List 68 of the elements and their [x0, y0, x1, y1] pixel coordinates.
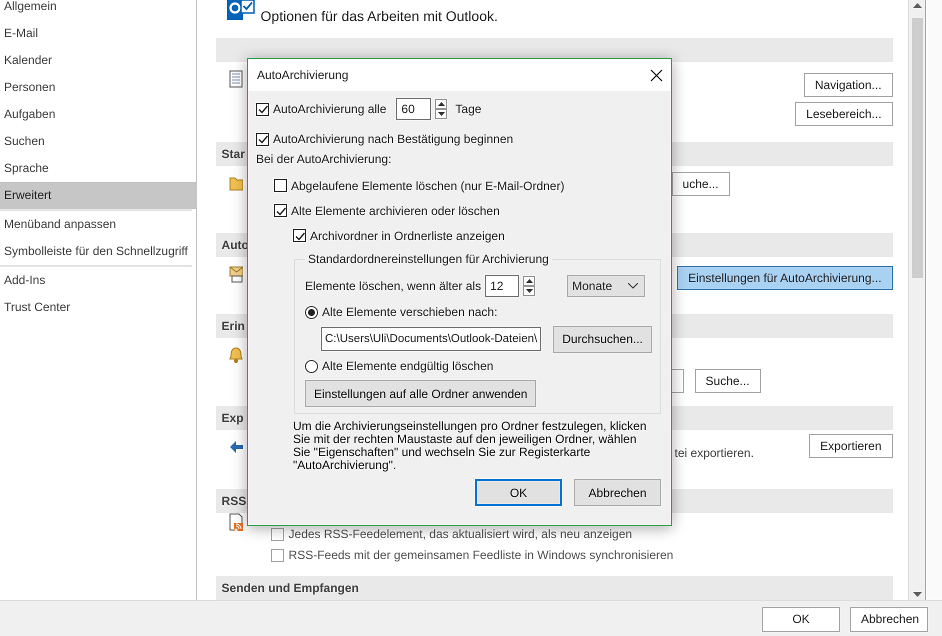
browse-button[interactable]: Durchsuchen... — [553, 326, 652, 352]
spin-down-button[interactable] — [435, 109, 448, 119]
checkbox-label: Abgelaufene Elemente löschen (nur E-Mail-Ordner) — [291, 178, 564, 192]
button[interactable]: Lesebereich... — [795, 102, 893, 126]
checkbox-label: Jedes RSS-Feedelement, das aktualisiert wird, als neu anzeigen — [288, 527, 632, 541]
sidebar-item[interactable]: Trust Center — [0, 294, 196, 321]
radio-button[interactable] — [305, 360, 318, 372]
close-icon[interactable] — [650, 68, 663, 82]
button[interactable]: Exportieren — [809, 434, 893, 458]
outlook-icon — [226, 0, 255, 22]
checkbox[interactable] — [270, 528, 284, 540]
checkbox[interactable] — [270, 548, 284, 562]
checkbox[interactable] — [274, 179, 287, 192]
down-arrow-icon — [438, 112, 445, 116]
button[interactable]: Einstellungen für AutoArchivierung... — [677, 266, 893, 290]
unit-label: Tage — [455, 102, 482, 116]
button[interactable]: Abbrechen — [574, 479, 661, 506]
checkbox[interactable] — [274, 204, 287, 217]
checkbox[interactable] — [256, 102, 269, 116]
scroll-down-icon — [912, 592, 922, 597]
button[interactable]: Navigation... — [804, 73, 893, 97]
sidebar-item[interactable]: Symbolleiste für den Schnellzugriff — [0, 238, 196, 265]
up-arrow-icon — [438, 102, 445, 106]
intro-text: Optionen für das Arbeiten mit Outlook. — [260, 8, 498, 24]
caret-icon — [628, 283, 638, 289]
apply-button[interactable]: Einstellungen auf alle Ordner anwenden — [305, 380, 536, 407]
down-arrow-icon — [526, 289, 533, 293]
scrollbar[interactable] — [908, 0, 926, 600]
button[interactable]: Suche... — [694, 369, 761, 393]
checkbox[interactable] — [256, 132, 269, 146]
field-label: Elemente löschen, wenn älter als — [305, 279, 482, 293]
button[interactable]: Abbrechen — [850, 606, 928, 632]
scroll-up-icon — [912, 3, 922, 8]
sidebar-item[interactable]: Suchen — [0, 128, 196, 155]
sidebar-item[interactable]: Sprache — [0, 155, 196, 182]
button[interactable]: OK — [475, 479, 562, 506]
spin-up-button[interactable] — [523, 276, 536, 286]
sidebar-item[interactable]: Kalender — [0, 47, 196, 74]
document-icon — [228, 70, 243, 88]
sidebar-item[interactable]: Personen — [0, 74, 196, 101]
section-label: Bei der AutoArchivierung: — [256, 152, 392, 166]
sidebar-item[interactable]: E-Mail — [0, 20, 196, 47]
number-field[interactable]: 60 — [396, 98, 432, 120]
radio-button[interactable] — [305, 306, 318, 318]
sidebar-item[interactable]: Aufgaben — [0, 101, 196, 128]
envelope-icon — [228, 265, 243, 283]
section-header: Senden und Empfangen — [216, 576, 893, 600]
rss-icon — [228, 513, 243, 531]
spin-down-button[interactable] — [523, 286, 536, 296]
sidebar-item[interactable]: Allgemein — [0, 0, 196, 20]
radio-label: Alte Elemente endgültig löschen — [322, 359, 494, 373]
button[interactable]: uche... — [672, 172, 730, 196]
checkbox-label: RSS-Feeds mit der gemeinsamen Feedliste in Windows synchronisieren — [288, 548, 674, 562]
checkbox-label: AutoArchivierung alle — [273, 102, 386, 116]
sidebar-item[interactable]: Add-Ins — [0, 267, 196, 294]
description-text: tei exportieren. — [674, 446, 754, 460]
path-field[interactable]: C:\Users\Uli\Documents\Outlook-Dateien\ — [321, 327, 542, 351]
sidebar-item[interactable]: Menüband anpassen — [0, 211, 196, 238]
checkbox[interactable] — [293, 229, 306, 242]
dropdown[interactable]: Monate — [567, 275, 646, 297]
up-arrow-icon — [526, 279, 533, 283]
sidebar-item[interactable]: Erweitert — [0, 182, 196, 209]
button[interactable]: OK — [762, 606, 840, 632]
bell-icon — [228, 346, 243, 364]
spin-up-button[interactable] — [435, 99, 448, 109]
number-field[interactable]: 12 — [485, 275, 520, 297]
dialog-title: AutoArchivierung — [257, 68, 348, 82]
checkbox-label: Alte Elemente archivieren oder löschen — [291, 204, 500, 218]
